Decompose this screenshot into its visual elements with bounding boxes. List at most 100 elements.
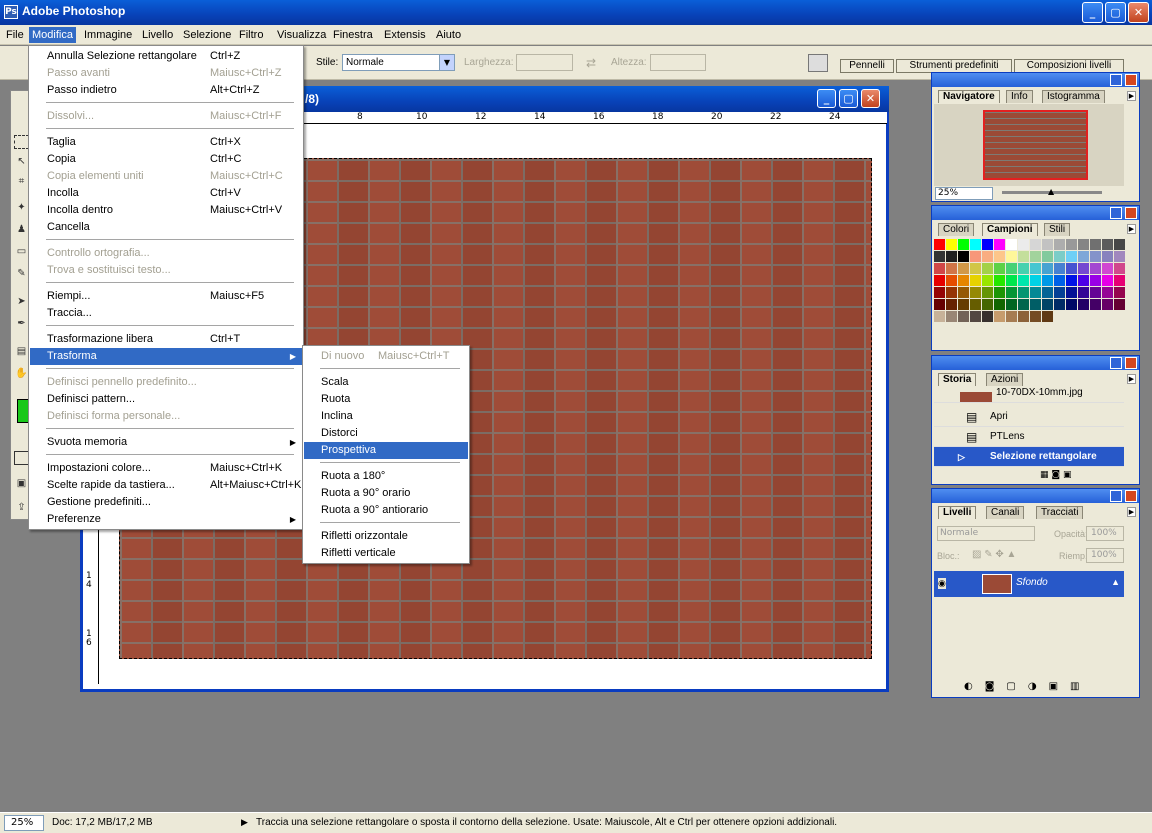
- trasforma-item-10[interactable]: Ruota a 90° antiorario: [304, 502, 468, 519]
- color-swatch[interactable]: [1054, 287, 1066, 299]
- color-swatch[interactable]: [1042, 299, 1054, 311]
- panel-close-icon[interactable]: [1125, 490, 1137, 502]
- color-swatch[interactable]: [1078, 251, 1090, 263]
- color-swatch[interactable]: [1090, 299, 1102, 311]
- color-swatch[interactable]: [1066, 251, 1078, 263]
- modifica-item-28[interactable]: Impostazioni colore... Maiusc+Ctrl+K: [30, 460, 302, 477]
- modifica-item-31[interactable]: Preferenze ▶: [30, 511, 302, 528]
- tab-campioni[interactable]: Campioni: [982, 223, 1038, 236]
- color-swatch[interactable]: [958, 251, 970, 263]
- tab-info[interactable]: Info: [1006, 90, 1033, 103]
- modifica-item-22[interactable]: Definisci pennello predefinito...: [30, 374, 302, 391]
- color-swatch[interactable]: [1042, 275, 1054, 287]
- menu-livello[interactable]: Livello: [139, 27, 176, 43]
- menu-file[interactable]: File: [3, 27, 27, 43]
- layer-row[interactable]: ◉ Sfondo ▲: [934, 571, 1124, 597]
- color-swatch[interactable]: [1102, 275, 1114, 287]
- color-swatch[interactable]: [1102, 299, 1114, 311]
- modifica-item-30[interactable]: Gestione predefiniti...: [30, 494, 302, 511]
- modifica-item-23[interactable]: Definisci pattern...: [30, 391, 302, 408]
- color-swatch[interactable]: [1030, 311, 1042, 323]
- notes-tool-icon[interactable]: ▤: [14, 345, 29, 359]
- color-swatch[interactable]: [1042, 251, 1054, 263]
- color-swatch[interactable]: [994, 299, 1006, 311]
- color-swatch[interactable]: [1006, 287, 1018, 299]
- trasforma-item-3[interactable]: Ruota: [304, 391, 468, 408]
- color-swatch[interactable]: [1018, 263, 1030, 275]
- color-swatch[interactable]: [1054, 299, 1066, 311]
- color-swatch[interactable]: [1102, 239, 1114, 251]
- tab-istogramma[interactable]: Istogramma: [1042, 90, 1105, 103]
- color-swatch[interactable]: [958, 239, 970, 251]
- stamp-tool-icon[interactable]: ♟: [14, 223, 29, 237]
- color-swatch[interactable]: [1102, 251, 1114, 263]
- color-swatch[interactable]: [1006, 251, 1018, 263]
- color-swatch[interactable]: [970, 251, 982, 263]
- modifica-item-24[interactable]: Definisci forma personale...: [30, 408, 302, 425]
- palette-well-icon[interactable]: [808, 54, 828, 72]
- color-swatch[interactable]: [982, 311, 994, 323]
- opacity-field[interactable]: 100%: [1086, 526, 1124, 541]
- menu-filtro[interactable]: Filtro: [236, 27, 266, 43]
- color-swatch[interactable]: [1078, 287, 1090, 299]
- color-swatch[interactable]: [934, 251, 946, 263]
- color-swatch[interactable]: [1102, 263, 1114, 275]
- history-item-apri[interactable]: ▤ Apri: [934, 407, 1124, 427]
- color-swatch[interactable]: [934, 311, 946, 323]
- color-swatch[interactable]: [1114, 275, 1126, 287]
- modifica-item-19[interactable]: Trasformazione libera Ctrl+T: [30, 331, 302, 348]
- healing-tool-icon[interactable]: ✦: [14, 201, 29, 215]
- modifica-item-11[interactable]: Cancella: [30, 219, 302, 236]
- color-swatch[interactable]: [982, 251, 994, 263]
- tab-navigatore[interactable]: Navigatore: [938, 90, 1000, 103]
- color-swatch[interactable]: [1078, 275, 1090, 287]
- menu-modifica[interactable]: Modifica: [29, 27, 76, 43]
- modifica-item-9[interactable]: Incolla Ctrl+V: [30, 185, 302, 202]
- panel-menu-icon[interactable]: ▶: [1127, 374, 1136, 384]
- modifica-item-29[interactable]: Scelte rapide da tastiera... Alt+Maiusc+C…: [30, 477, 302, 494]
- slider-thumb-icon[interactable]: ▲: [1048, 187, 1054, 196]
- modifica-item-13[interactable]: Controllo ortografia...: [30, 245, 302, 262]
- history-item-selezione[interactable]: ▷ Selezione rettangolare: [934, 447, 1124, 467]
- menu-aiuto[interactable]: Aiuto: [433, 27, 464, 43]
- color-swatch[interactable]: [1018, 311, 1030, 323]
- color-swatch[interactable]: [1114, 263, 1126, 275]
- color-swatch[interactable]: [946, 251, 958, 263]
- color-swatch[interactable]: [1066, 287, 1078, 299]
- trasforma-item-9[interactable]: Ruota a 90° orario: [304, 485, 468, 502]
- color-swatch[interactable]: [1114, 299, 1126, 311]
- color-swatch[interactable]: [1006, 311, 1018, 323]
- color-swatch[interactable]: [982, 299, 994, 311]
- color-swatch[interactable]: [1018, 287, 1030, 299]
- color-swatch[interactable]: [1030, 299, 1042, 311]
- color-swatch[interactable]: [1042, 311, 1054, 323]
- history-buttons[interactable]: ▦ ◙ ▣: [1040, 470, 1071, 480]
- color-swatch[interactable]: [1006, 263, 1018, 275]
- menu-selezione[interactable]: Selezione: [180, 27, 234, 43]
- move-tool-icon[interactable]: ↖: [14, 155, 29, 169]
- trasforma-item-0[interactable]: Di nuovo Maiusc+Ctrl+T: [304, 348, 468, 365]
- color-swatch[interactable]: [1066, 275, 1078, 287]
- navigator-thumbnail[interactable]: [983, 110, 1088, 180]
- modifica-item-20[interactable]: Trasforma ▶: [30, 348, 302, 365]
- color-swatch[interactable]: [970, 263, 982, 275]
- navigator-zoom-field[interactable]: 25%: [935, 187, 993, 200]
- color-swatch[interactable]: [1018, 251, 1030, 263]
- modifica-item-17[interactable]: Traccia...: [30, 305, 302, 322]
- color-swatch[interactable]: [946, 311, 958, 323]
- doc-minimize-button[interactable]: _: [817, 89, 836, 108]
- color-swatch[interactable]: [970, 287, 982, 299]
- color-swatch[interactable]: [982, 275, 994, 287]
- color-swatch[interactable]: [934, 287, 946, 299]
- color-swatch[interactable]: [1030, 251, 1042, 263]
- color-swatch[interactable]: [1090, 263, 1102, 275]
- color-swatch[interactable]: [994, 287, 1006, 299]
- color-swatch[interactable]: [1054, 275, 1066, 287]
- color-swatch[interactable]: [958, 299, 970, 311]
- color-swatch[interactable]: [1078, 239, 1090, 251]
- modifica-item-7[interactable]: Copia Ctrl+C: [30, 151, 302, 168]
- modifica-item-14[interactable]: Trova e sostituisci testo...: [30, 262, 302, 279]
- color-swatch[interactable]: [1006, 299, 1018, 311]
- modifica-item-10[interactable]: Incolla dentro Maiusc+Ctrl+V: [30, 202, 302, 219]
- modifica-item-6[interactable]: Taglia Ctrl+X: [30, 134, 302, 151]
